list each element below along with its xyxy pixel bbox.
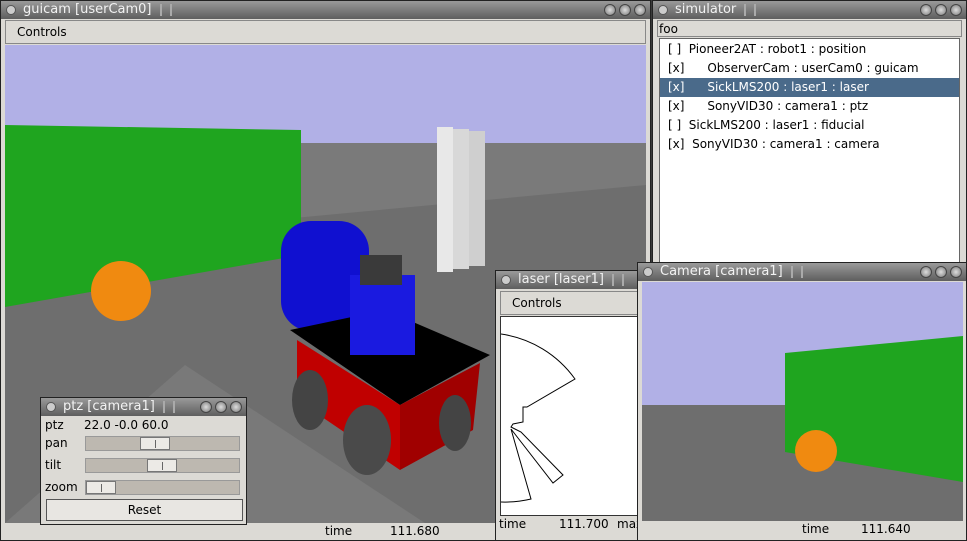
ptz-value: 22.0 -0.0 60.0	[84, 418, 169, 432]
grip-icon	[159, 3, 172, 16]
guicam-titlebar[interactable]: guicam [userCam0]	[1, 1, 650, 19]
orange-ball	[91, 261, 151, 321]
grip-icon	[744, 3, 757, 16]
window-title: laser [laser1]	[518, 272, 604, 287]
time-label: time	[802, 522, 830, 536]
ptz-titlebar[interactable]: ptz [camera1]	[41, 398, 246, 416]
window-menu-icon[interactable]	[501, 275, 511, 285]
minimize-icon[interactable]	[200, 401, 212, 413]
camera-status: time 111.640	[642, 521, 962, 537]
window-menu-icon[interactable]	[643, 267, 653, 277]
tilt-label: tilt	[45, 458, 62, 472]
zoom-slider-thumb[interactable]	[86, 481, 116, 494]
grip-icon	[790, 265, 803, 278]
ptz-label: ptz	[45, 418, 64, 432]
controls-menu[interactable]: Controls	[5, 20, 646, 44]
grip-icon	[162, 400, 175, 413]
window-menu-icon[interactable]	[658, 5, 668, 15]
camera-window: Camera [camera1] time 111.640	[637, 262, 967, 541]
window-title: simulator	[675, 2, 737, 17]
time-value: 111.680	[390, 524, 440, 538]
pan-label: pan	[45, 436, 68, 450]
tilt-slider-thumb[interactable]	[146, 459, 177, 472]
minimize-icon[interactable]	[920, 266, 932, 278]
time-label: time	[499, 517, 527, 531]
orange-ball	[795, 430, 837, 472]
time-value: 111.640	[861, 522, 911, 536]
simulator-titlebar[interactable]: simulator	[653, 1, 966, 19]
foo-menu[interactable]: foo	[657, 20, 962, 37]
device-list-item[interactable]: [x] SonyVID30 : camera1 : ptz	[660, 97, 959, 116]
device-list-item[interactable]: [x] SonyVID30 : camera1 : camera	[660, 135, 959, 154]
zoom-label: zoom	[45, 480, 78, 494]
zoom-slider[interactable]	[85, 480, 240, 495]
maximize-icon[interactable]	[619, 4, 631, 16]
close-icon[interactable]	[634, 4, 646, 16]
device-list-item[interactable]: [ ] SickLMS200 : laser1 : fiducial	[660, 116, 959, 135]
window-title: guicam [userCam0]	[23, 2, 152, 17]
camera-titlebar[interactable]: Camera [camera1]	[638, 263, 966, 281]
reset-button[interactable]: Reset	[46, 499, 243, 521]
camera-view	[642, 282, 963, 521]
window-menu-icon[interactable]	[6, 5, 16, 15]
simulator-window: simulator foo [ ] Pioneer2AT : robot1 : …	[652, 0, 967, 268]
window-menu-icon[interactable]	[46, 402, 56, 412]
time-label: time	[325, 524, 353, 538]
minimize-icon[interactable]	[920, 4, 932, 16]
device-list-item[interactable]: [x] SickLMS200 : laser1 : laser	[660, 78, 959, 97]
ptz-window: ptz [camera1] ptz 22.0 -0.0 60.0 pan tilt…	[40, 397, 247, 525]
laser-titlebar[interactable]: laser [laser1]	[496, 271, 644, 289]
controls-menu[interactable]: Controls	[500, 291, 640, 315]
close-icon[interactable]	[950, 266, 962, 278]
grip-icon	[611, 273, 624, 286]
window-title: ptz [camera1]	[63, 399, 155, 414]
maximize-icon[interactable]	[935, 4, 947, 16]
maximize-icon[interactable]	[935, 266, 947, 278]
laser-status: time 111.700 max	[499, 516, 644, 532]
close-icon[interactable]	[950, 4, 962, 16]
laser-scan-plot	[500, 316, 642, 516]
window-title: Camera [camera1]	[660, 264, 783, 279]
close-icon[interactable]	[230, 401, 242, 413]
device-list-item[interactable]: [x] ObserverCam : userCam0 : guicam	[660, 59, 959, 78]
pan-slider[interactable]	[85, 436, 240, 451]
laser-scan-outline	[501, 333, 576, 503]
tilt-slider[interactable]	[85, 458, 240, 473]
maximize-icon[interactable]	[215, 401, 227, 413]
laser-window: laser [laser1] Controls time 111.700 max	[495, 270, 645, 541]
device-list: [ ] Pioneer2AT : robot1 : position [x] Ob…	[659, 38, 960, 267]
pan-slider-thumb[interactable]	[140, 437, 171, 450]
device-list-item[interactable]: [ ] Pioneer2AT : robot1 : position	[660, 40, 959, 59]
time-value: 111.700	[559, 517, 609, 531]
minimize-icon[interactable]	[604, 4, 616, 16]
